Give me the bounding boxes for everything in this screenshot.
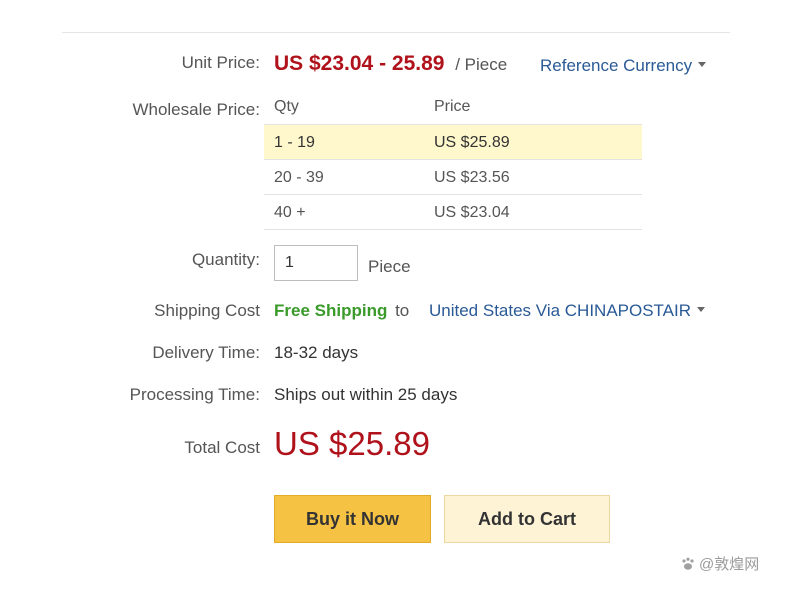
price-header: Price — [434, 98, 471, 115]
quantity-unit: Piece — [368, 257, 411, 276]
wholesale-price-label: Wholesale Price: — [132, 100, 260, 119]
shipping-info: Free Shipping to — [274, 301, 409, 321]
table-row: 40 + US $23.04 — [264, 194, 642, 230]
reference-currency-dropdown[interactable]: Reference Currency — [540, 56, 707, 76]
processing-time-value: Ships out within 25 days — [274, 385, 458, 404]
caret-down-icon — [698, 62, 707, 68]
table-row: 1 - 19 US $25.89 — [264, 124, 642, 159]
reference-currency-label: Reference Currency — [540, 56, 693, 75]
top-divider — [62, 32, 730, 33]
add-to-cart-button[interactable]: Add to Cart — [444, 495, 610, 543]
shipping-cost-label: Shipping Cost — [154, 301, 260, 320]
processing-time-label: Processing Time: — [129, 385, 260, 404]
unit-price-per: / Piece — [455, 55, 508, 74]
row-price: US $25.89 — [434, 134, 510, 151]
total-cost-label: Total Cost — [184, 438, 260, 457]
buy-now-button[interactable]: Buy it Now — [274, 495, 431, 543]
row-qty: 1 - 19 — [274, 134, 315, 151]
total-cost-value: US $25.89 — [274, 425, 430, 462]
unit-price-range: US $23.04 - 25.89 — [274, 52, 445, 75]
row-price: US $23.04 — [434, 204, 510, 221]
quantity-label: Quantity: — [191, 250, 260, 269]
delivery-time-label: Delivery Time: — [152, 343, 260, 362]
table-header: Qty Price — [264, 92, 642, 124]
row-qty: 40 + — [274, 204, 306, 221]
unit-price-row: US $23.04 - 25.89 / Piece — [274, 52, 507, 76]
quantity-input[interactable] — [274, 245, 358, 281]
shipping-method-dropdown[interactable]: United States Via CHINAPOSTAIR — [429, 301, 706, 321]
shipping-to: to — [395, 301, 410, 320]
caret-down-icon — [697, 307, 706, 313]
qty-header: Qty — [274, 98, 299, 115]
paw-icon — [682, 557, 694, 570]
shipping-destination: United States Via CHINAPOSTAIR — [429, 301, 692, 320]
row-price: US $23.56 — [434, 169, 510, 186]
free-shipping-text: Free Shipping — [274, 301, 388, 320]
watermark: @敦煌网 — [680, 553, 759, 574]
row-qty: 20 - 39 — [274, 169, 324, 186]
unit-price-label: Unit Price: — [181, 53, 260, 72]
delivery-time-value: 18-32 days — [274, 343, 359, 362]
wholesale-price-table: Qty Price 1 - 19 US $25.89 20 - 39 US $2… — [264, 92, 642, 230]
table-row: 20 - 39 US $23.56 — [264, 159, 642, 194]
watermark-text: @敦煌网 — [699, 556, 760, 573]
